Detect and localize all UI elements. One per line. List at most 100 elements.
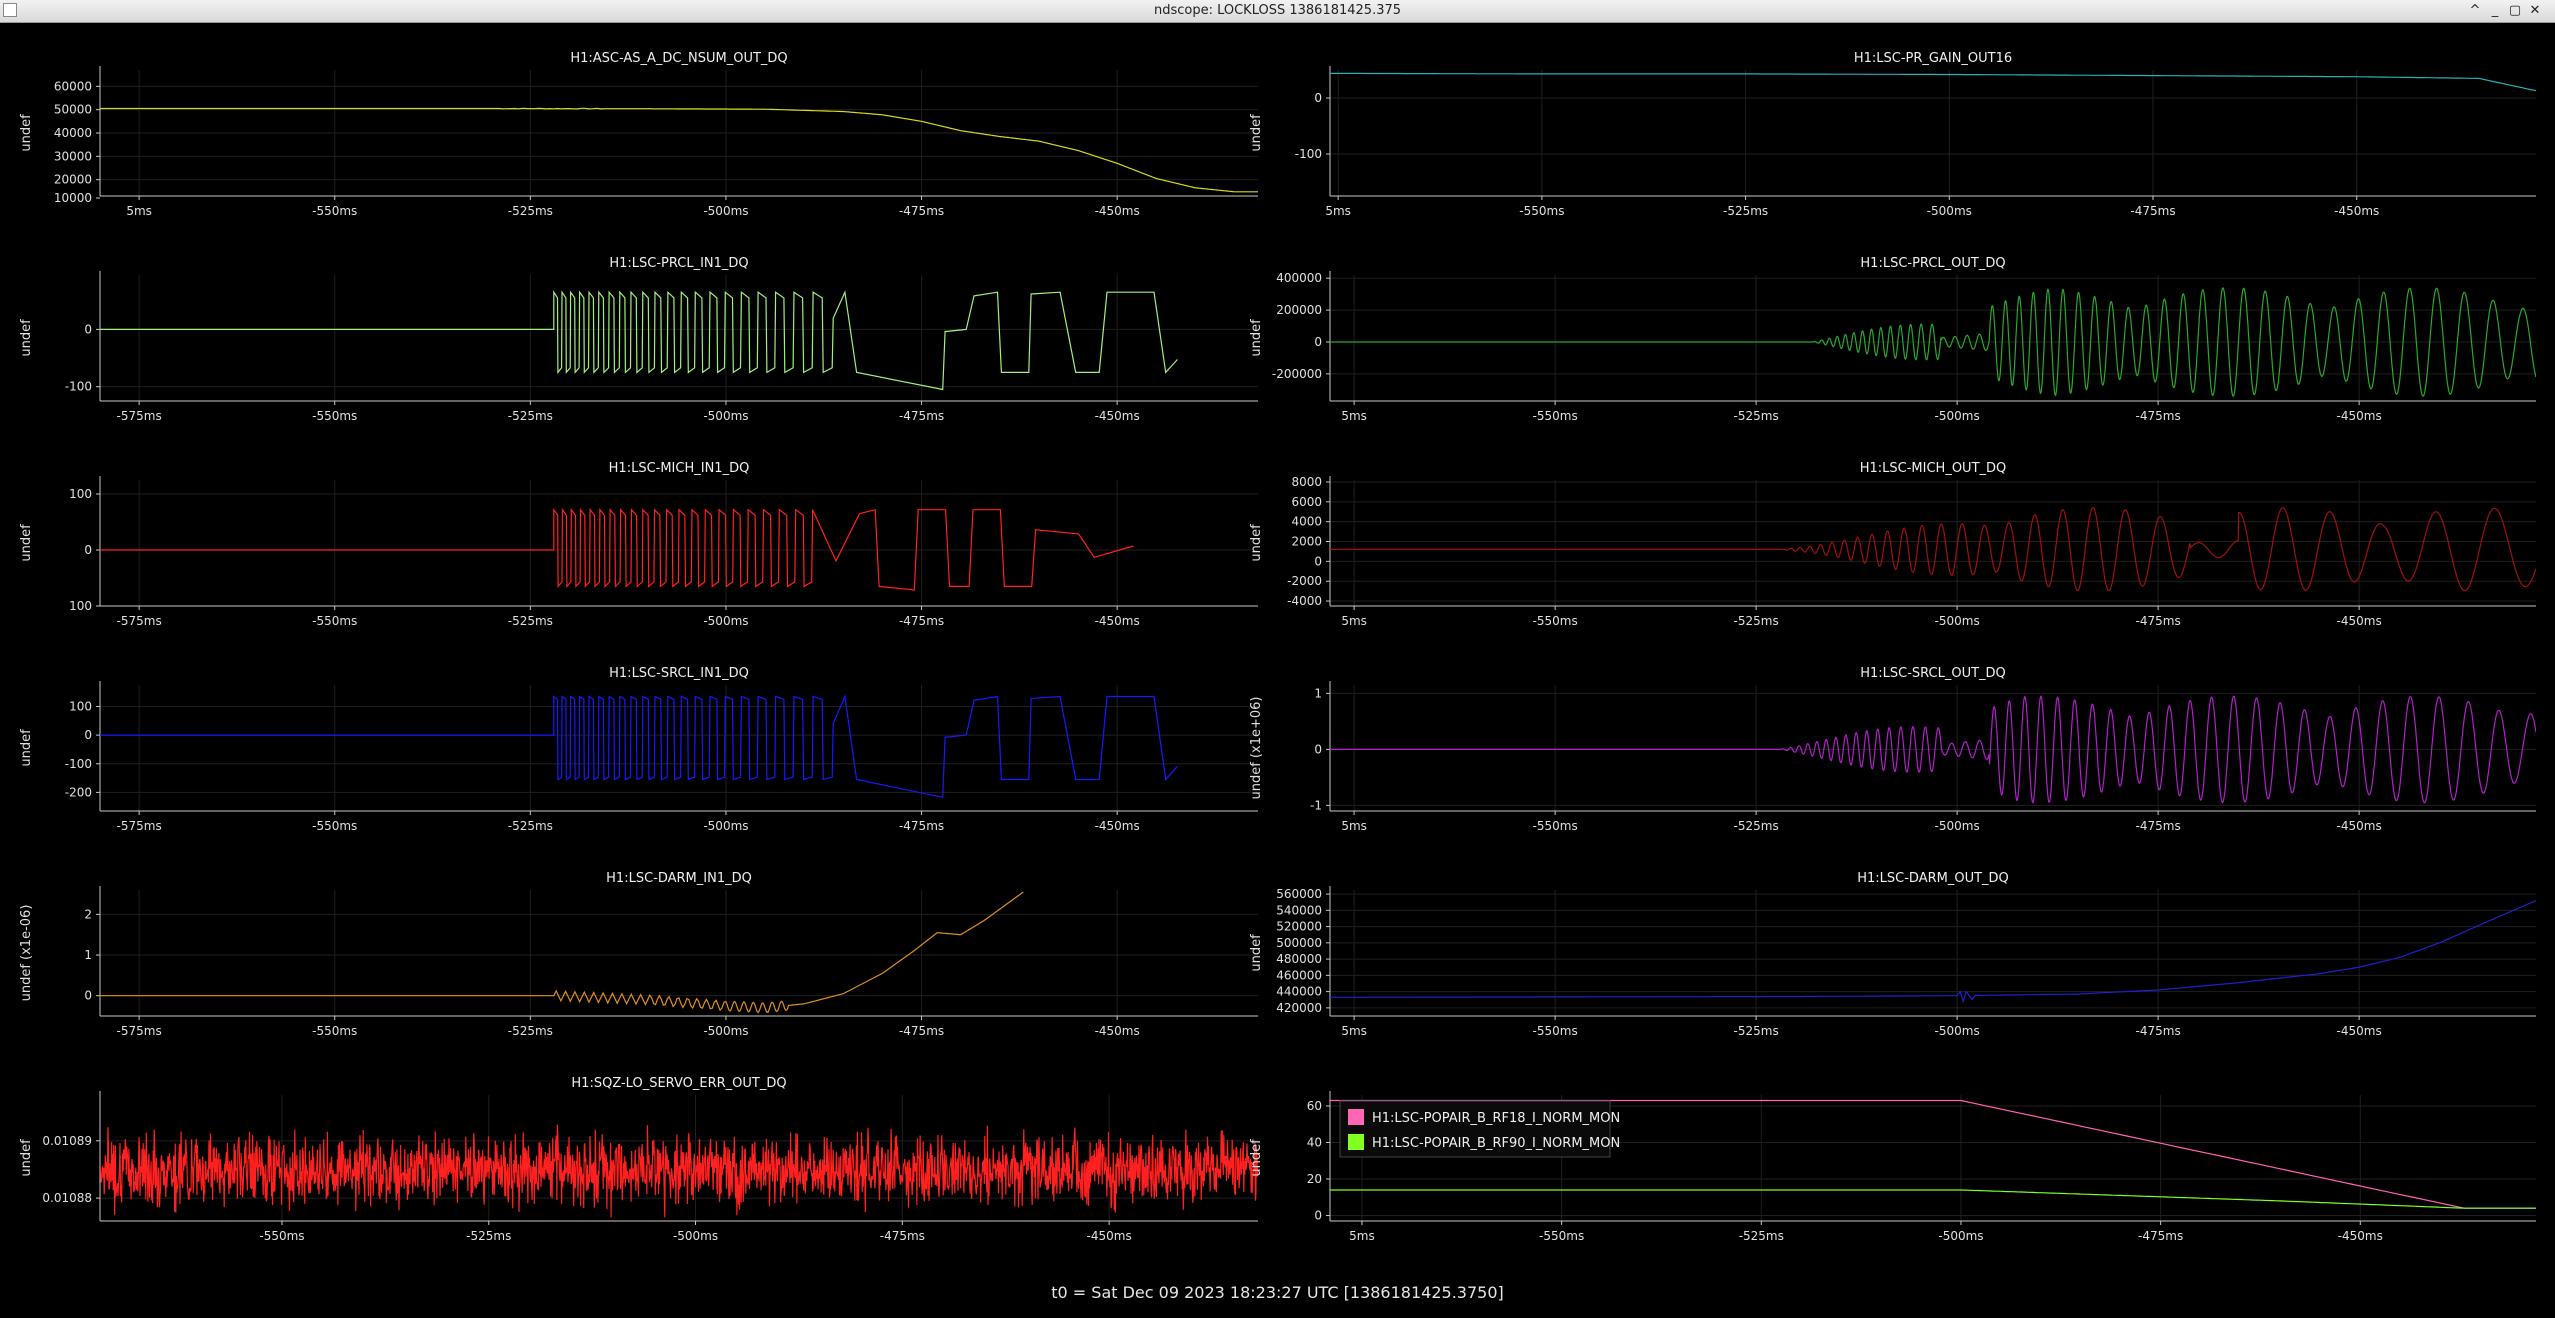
y-tick-label: 520000 bbox=[1276, 920, 1322, 934]
y-tick-label: -1 bbox=[1310, 798, 1322, 812]
y-tick-label: 560000 bbox=[1276, 887, 1322, 901]
x-tick-label: -525ms bbox=[508, 819, 553, 833]
x-tick-label: -450ms bbox=[2338, 1229, 2383, 1243]
plot-title: H1:LSC-DARM_IN1_DQ bbox=[606, 871, 752, 886]
window-titlebar: ndscope: LOCKLOSS 1386181425.375 ^ _ ▢ ✕ bbox=[0, 0, 2555, 23]
maximize-icon[interactable]: ▢ bbox=[2507, 2, 2523, 19]
y-axis-label: undef bbox=[19, 114, 34, 152]
y-tick-label: 540000 bbox=[1276, 903, 1322, 917]
x-tick-label: -575ms bbox=[117, 1024, 162, 1038]
x-tick-label: 5ms bbox=[1341, 1024, 1367, 1038]
x-tick-label: -450ms bbox=[1095, 409, 1140, 423]
x-tick-label: -550ms bbox=[1539, 1229, 1584, 1243]
x-tick-label: -550ms bbox=[1533, 819, 1578, 833]
y-tick-label: 200000 bbox=[1276, 303, 1322, 317]
series-line bbox=[1330, 1189, 2536, 1209]
x-tick-label: -550ms bbox=[1533, 1024, 1578, 1038]
x-tick-label: -450ms bbox=[1095, 1024, 1140, 1038]
y-tick-label: 30000 bbox=[54, 149, 92, 163]
plot-grid-lines bbox=[1330, 70, 2536, 196]
plot-pr-gain[interactable]: H1:LSC-PR_GAIN_OUT16 0 -100 5ms -550ms -525ms… bbox=[1249, 51, 2536, 218]
y-axis-label: undef bbox=[1249, 1139, 1264, 1177]
plot-darm-in1[interactable]: H1:LSC-DARM_IN1_DQ 0 1 2 -575ms -550ms -525ms -… bbox=[19, 871, 1258, 1038]
x-tick-label: -500ms bbox=[703, 819, 748, 833]
x-tick-label: -550ms bbox=[1533, 614, 1578, 628]
plot-grid-lines bbox=[1330, 480, 2536, 606]
x-tick-label: -450ms bbox=[2337, 409, 2382, 423]
x-tick-label: -525ms bbox=[466, 1229, 511, 1243]
y-tick-label: 440000 bbox=[1276, 985, 1322, 999]
y-tick-label: 400000 bbox=[1276, 271, 1322, 285]
x-tick-label: -500ms bbox=[703, 204, 748, 218]
x-tick-label: -525ms bbox=[1734, 614, 1779, 628]
x-tick-label: -450ms bbox=[1095, 204, 1140, 218]
x-tick-label: -550ms bbox=[259, 1229, 304, 1243]
plot-mich-out[interactable]: H1:LSC-MICH_OUT_DQ -4000 -2000 0 2000 4000 600… bbox=[1249, 461, 2536, 628]
plots-canvas[interactable]: H1:ASC-AS_A_DC_NSUM_OUT_DQ10000200003000… bbox=[0, 22, 2555, 1292]
plot-title: H1:LSC-MICH_OUT_DQ bbox=[1860, 461, 2007, 476]
plot-srcl-in1[interactable]: H1:LSC-SRCL_IN1_DQ 100 0 -100 -200 -575ms -550… bbox=[19, 666, 1258, 833]
y-tick-label: -4000 bbox=[1287, 594, 1322, 608]
x-tick-label: 5ms bbox=[126, 204, 152, 218]
x-tick-label: -450ms bbox=[2337, 1024, 2382, 1038]
y-tick-label: 0 bbox=[84, 322, 92, 336]
x-tick-label: -450ms bbox=[2334, 204, 2379, 218]
y-axis-label: undef bbox=[19, 524, 34, 562]
x-tick-label: -450ms bbox=[1095, 614, 1140, 628]
t0-readout: t0 = Sat Dec 09 2023 18:23:27 UTC [13861… bbox=[1051, 1283, 1504, 1302]
y-tick-label: 4000 bbox=[1291, 515, 1322, 529]
x-tick-label: -500ms bbox=[1938, 1229, 1983, 1243]
x-tick-label: -450ms bbox=[2337, 614, 2382, 628]
y-tick-label: 0 bbox=[1314, 554, 1322, 568]
x-tick-label: -575ms bbox=[117, 409, 162, 423]
plot-srcl-out[interactable]: H1:LSC-SRCL_OUT_DQ 1 0 -1 5ms -550ms -525ms -50… bbox=[1249, 666, 2536, 833]
legend-entry: H1:LSC-POPAIR_B_RF90_I_NORM_MON bbox=[1372, 1136, 1620, 1151]
plot-mich-in1[interactable]: H1:LSC-MICH_IN1_DQ 100 0 100 -575ms -550ms -52… bbox=[19, 461, 1258, 628]
x-tick-label: -475ms bbox=[899, 204, 944, 218]
y-tick-label: -100 bbox=[1295, 147, 1322, 161]
plot-grid-lines bbox=[100, 685, 1258, 811]
plot-grid-lines bbox=[100, 275, 1258, 401]
x-tick-label: -575ms bbox=[117, 819, 162, 833]
x-tick-label: -525ms bbox=[508, 204, 553, 218]
y-tick-label: -200000 bbox=[1272, 367, 1322, 381]
plot-prcl-in1[interactable]: H1:LSC-PRCL_IN1_DQ 0 -100 -575ms -550ms -525m… bbox=[19, 256, 1258, 423]
close-icon[interactable]: ✕ bbox=[2527, 2, 2543, 19]
plot-popair[interactable]: 0 20 40 60 5ms -550ms -525ms -500ms -475ms -450ms… bbox=[1249, 1091, 2536, 1243]
y-axis-label: undef bbox=[1249, 934, 1264, 972]
x-tick-label: -500ms bbox=[703, 409, 748, 423]
chevron-up-icon[interactable]: ^ bbox=[2467, 2, 2483, 19]
plot-sqz-lo[interactable]: H1:SQZ-LO_SERVO_ERR_OUT_DQ 0.01088 0.01089… bbox=[19, 1076, 1258, 1243]
plot-asc-as-a-dc[interactable]: H1:ASC-AS_A_DC_NSUM_OUT_DQ 10000 20000 3000… bbox=[19, 51, 1258, 218]
series-line bbox=[100, 1124, 1258, 1218]
y-tick-label: 0 bbox=[84, 989, 92, 1003]
x-tick-label: -550ms bbox=[312, 819, 357, 833]
y-tick-label: 40000 bbox=[54, 126, 92, 140]
y-tick-label: 10000 bbox=[54, 191, 92, 205]
x-tick-label: -500ms bbox=[1935, 409, 1980, 423]
y-tick-label: -2000 bbox=[1287, 574, 1322, 588]
plot-darm-out[interactable]: H1:LSC-DARM_OUT_DQ 420000 440000 460000 4800… bbox=[1249, 871, 2536, 1038]
plot-title: H1:LSC-PRCL_OUT_DQ bbox=[1860, 256, 2005, 271]
x-tick-label: -500ms bbox=[703, 1024, 748, 1038]
legend[interactable]: H1:LSC-POPAIR_B_RF18_I_NORM_MON H1:LSC-PO… bbox=[1339, 1100, 1620, 1158]
x-tick-label: -550ms bbox=[312, 614, 357, 628]
series-line bbox=[100, 290, 1178, 391]
y-tick-label: 460000 bbox=[1276, 968, 1322, 982]
y-tick-label: 60 bbox=[1307, 1099, 1322, 1113]
y-tick-label: 0.01089 bbox=[42, 1134, 92, 1148]
minimize-icon[interactable]: _ bbox=[2487, 2, 2503, 19]
plot-grid-lines bbox=[100, 890, 1258, 1016]
legend-entry: H1:LSC-POPAIR_B_RF18_I_NORM_MON bbox=[1372, 1111, 1620, 1126]
y-tick-label: 0 bbox=[1314, 1209, 1322, 1223]
series-line bbox=[1330, 72, 2536, 92]
y-tick-label: 500000 bbox=[1276, 936, 1322, 950]
x-tick-label: 5ms bbox=[1349, 1229, 1375, 1243]
x-tick-label: -500ms bbox=[1935, 614, 1980, 628]
x-tick-label: -525ms bbox=[508, 409, 553, 423]
plot-title: H1:LSC-SRCL_OUT_DQ bbox=[1860, 666, 2006, 681]
x-tick-label: 5ms bbox=[1341, 614, 1367, 628]
plot-prcl-out[interactable]: H1:LSC-PRCL_OUT_DQ -200000 0 200000 400000 5m… bbox=[1249, 256, 2536, 423]
x-tick-label: -550ms bbox=[312, 409, 357, 423]
y-axis-label: undef (x1e+06) bbox=[1249, 697, 1264, 800]
